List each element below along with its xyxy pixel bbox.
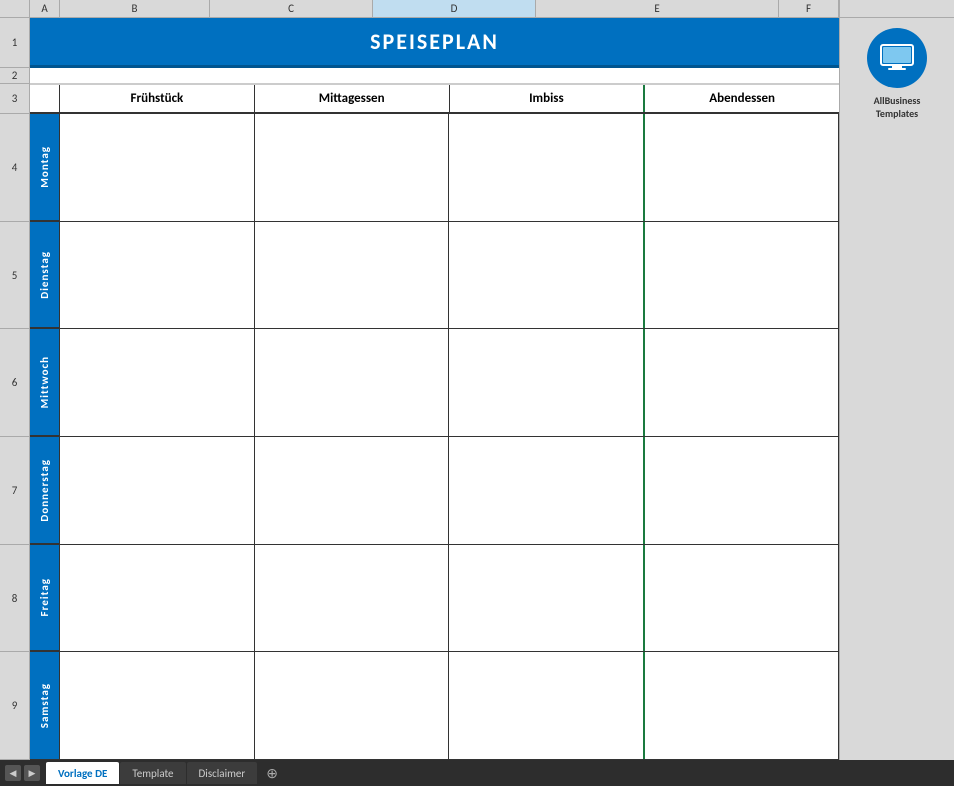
header-day-spacer: [30, 85, 60, 112]
cell-samstag-mittagessen[interactable]: [255, 652, 450, 759]
row-num-2: 2: [0, 68, 29, 84]
day-row-samstag: Samstag: [30, 652, 839, 760]
cell-mittwoch-abendessen[interactable]: [645, 329, 840, 436]
row-num-8: 8: [0, 545, 29, 653]
day-label-text-donnerstag: Donnerstag: [38, 459, 51, 522]
tab-scroll-arrows: ◀ ▶: [5, 765, 40, 781]
day-label-text-samstag: Samstag: [38, 683, 51, 728]
col-header-c: C: [210, 0, 373, 17]
day-row-freitag: Freitag: [30, 545, 839, 653]
day-label-text-freitag: Freitag: [38, 578, 51, 616]
cell-mittwoch-fruehstueck[interactable]: [60, 329, 255, 436]
cell-montag-mittagessen[interactable]: [255, 114, 450, 221]
app-container: A B C D E F 1 2 3 4 5 6 7 8 9: [0, 0, 954, 786]
row-num-7: 7: [0, 437, 29, 545]
day-label-freitag: Freitag: [30, 545, 60, 652]
title-row: SPEISEPLAN: [30, 18, 839, 68]
tab-disclaimer[interactable]: Disclaimer: [187, 762, 258, 784]
day-row-mittwoch: Mittwoch: [30, 329, 839, 437]
day-label-samstag: Samstag: [30, 652, 60, 759]
day-row-donnerstag: Donnerstag: [30, 437, 839, 545]
row-num-5: 5: [0, 222, 29, 330]
day-row-montag: Montag: [30, 114, 839, 222]
logo-text: AllBusinessTemplates: [874, 94, 921, 120]
col-header-b: B: [60, 0, 210, 17]
cell-montag-imbiss[interactable]: [449, 114, 645, 221]
cell-mittwoch-mittagessen[interactable]: [255, 329, 450, 436]
row-numbers: 1 2 3 4 5 6 7 8 9: [0, 18, 30, 760]
sidebar: AllBusinessTemplates: [839, 18, 954, 760]
cell-donnerstag-mittagessen[interactable]: [255, 437, 450, 544]
cell-freitag-fruehstueck[interactable]: [60, 545, 255, 652]
spreadsheet-title: SPEISEPLAN: [370, 28, 499, 55]
row-num-9: 9: [0, 652, 29, 760]
scroll-left-arrow[interactable]: ◀: [5, 765, 21, 781]
blank-row-2: [30, 68, 839, 84]
cell-samstag-imbiss[interactable]: [449, 652, 645, 759]
day-label-text-mittwoch: Mittwoch: [38, 356, 51, 408]
cell-dienstag-imbiss[interactable]: [449, 222, 645, 329]
cell-freitag-abendessen[interactable]: [645, 545, 840, 652]
col-header-a: A: [30, 0, 60, 17]
tab-template[interactable]: Template: [120, 762, 185, 784]
meal-headers-row: Frühstück Mittagessen Imbiss Abendessen: [30, 84, 839, 114]
day-label-mittwoch: Mittwoch: [30, 329, 60, 436]
day-label-text-montag: Montag: [38, 146, 51, 188]
col-header-d: D: [373, 0, 536, 17]
cell-montag-fruehstueck[interactable]: [60, 114, 255, 221]
row-num-6: 6: [0, 329, 29, 437]
monitor-icon: [879, 43, 915, 73]
cell-samstag-fruehstueck[interactable]: [60, 652, 255, 759]
row-num-3: 3: [0, 84, 29, 114]
meal-header-abendessen: Abendessen: [645, 85, 839, 112]
logo-circle: [867, 28, 927, 88]
cell-donnerstag-abendessen[interactable]: [645, 437, 840, 544]
day-row-dienstag: Dienstag: [30, 222, 839, 330]
row-num-4: 4: [0, 114, 29, 222]
meal-header-imbiss: Imbiss: [450, 85, 646, 112]
day-label-text-dienstag: Dienstag: [38, 251, 51, 299]
day-label-donnerstag: Donnerstag: [30, 437, 60, 544]
meal-header-mittagessen: Mittagessen: [255, 85, 450, 112]
col-header-f: F: [779, 0, 839, 17]
cell-freitag-imbiss[interactable]: [449, 545, 645, 652]
scroll-right-arrow[interactable]: ▶: [24, 765, 40, 781]
day-label-montag: Montag: [30, 114, 60, 221]
sidebar-header: [839, 0, 954, 17]
col-header-e: E: [536, 0, 779, 17]
day-label-dienstag: Dienstag: [30, 222, 60, 329]
tab-add-button[interactable]: ⊕: [258, 762, 286, 784]
row-num-1: 1: [0, 18, 29, 68]
cell-samstag-abendessen[interactable]: [645, 652, 840, 759]
bottom-bar: ◀ ▶ Vorlage DE Template Disclaimer ⊕: [0, 760, 954, 786]
col-header-corner: [0, 0, 30, 17]
cell-dienstag-mittagessen[interactable]: [255, 222, 450, 329]
cell-freitag-mittagessen[interactable]: [255, 545, 450, 652]
cell-mittwoch-imbiss[interactable]: [449, 329, 645, 436]
cell-montag-abendessen[interactable]: [645, 114, 840, 221]
cell-dienstag-abendessen[interactable]: [645, 222, 840, 329]
meal-header-fruehstueck: Frühstück: [60, 85, 255, 112]
tab-vorlage-de[interactable]: Vorlage DE: [46, 762, 119, 784]
cell-donnerstag-imbiss[interactable]: [449, 437, 645, 544]
cell-dienstag-fruehstueck[interactable]: [60, 222, 255, 329]
cell-donnerstag-fruehstueck[interactable]: [60, 437, 255, 544]
